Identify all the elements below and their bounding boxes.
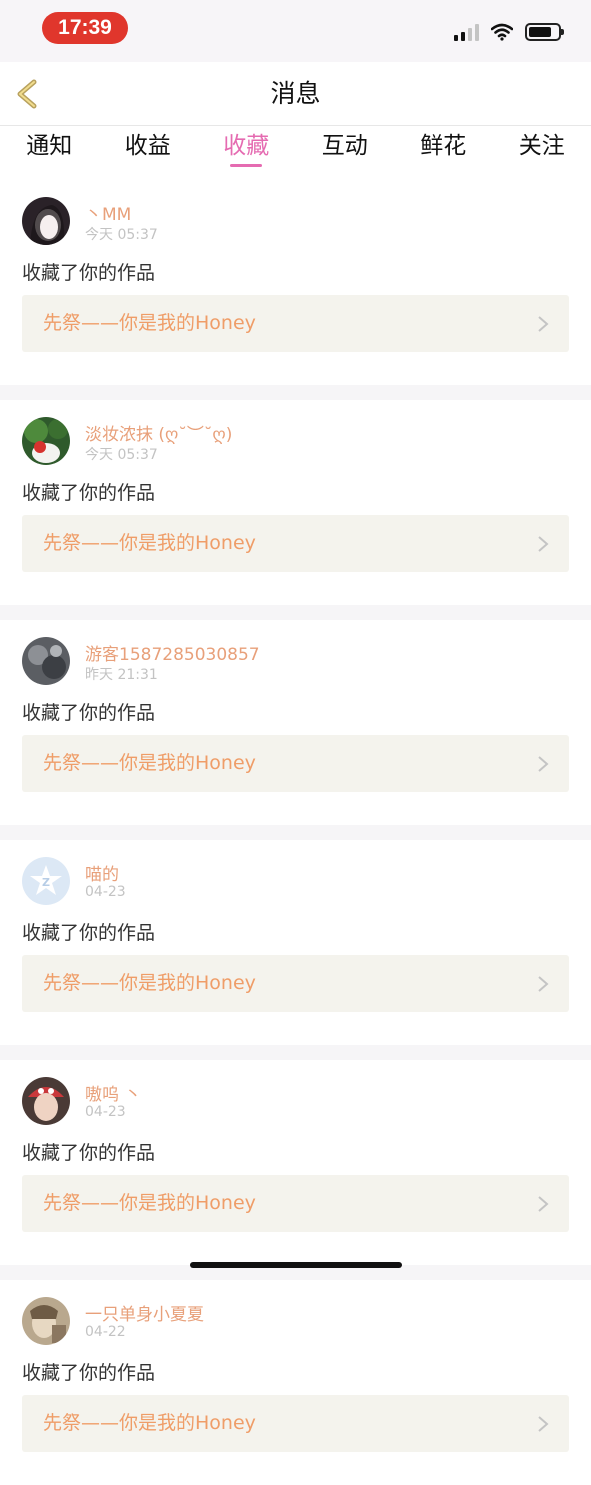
work-link[interactable]: 先祭——你是我的Honey bbox=[22, 955, 569, 1012]
status-bar: 17:39 bbox=[0, 0, 591, 62]
work-link[interactable]: 先祭——你是我的Honey bbox=[22, 515, 569, 572]
nav-bar: 消息 bbox=[0, 62, 591, 126]
action-text: 收藏了你的作品 bbox=[22, 698, 155, 725]
avatar[interactable] bbox=[22, 637, 70, 685]
action-text: 收藏了你的作品 bbox=[22, 1138, 155, 1165]
chevron-right-icon bbox=[537, 1195, 549, 1213]
work-title: 先祭——你是我的Honey bbox=[43, 515, 256, 572]
work-link[interactable]: 先祭——你是我的Honey bbox=[22, 295, 569, 352]
timestamp: 04-23 bbox=[85, 1104, 126, 1120]
work-title: 先祭——你是我的Honey bbox=[43, 955, 256, 1012]
tab-follow[interactable]: 关注 bbox=[493, 126, 591, 178]
page-title: 消息 bbox=[0, 62, 591, 126]
cellular-signal-icon bbox=[454, 23, 479, 41]
work-title: 先祭——你是我的Honey bbox=[43, 1175, 256, 1232]
battery-icon bbox=[525, 23, 561, 41]
svg-text:Z: Z bbox=[42, 876, 50, 889]
timestamp: 昨天 21:31 bbox=[85, 664, 158, 684]
chevron-right-icon bbox=[537, 315, 549, 333]
tab-bar: 通知 收益 收藏 互动 鲜花 关注 bbox=[0, 126, 591, 178]
tab-flowers[interactable]: 鲜花 bbox=[394, 126, 493, 178]
avatar[interactable] bbox=[22, 1297, 70, 1345]
action-text: 收藏了你的作品 bbox=[22, 1358, 155, 1385]
chevron-right-icon bbox=[537, 1415, 549, 1433]
work-link[interactable]: 先祭——你是我的Honey bbox=[22, 1175, 569, 1232]
avatar[interactable] bbox=[22, 1077, 70, 1125]
username[interactable]: 喵的 bbox=[85, 860, 119, 885]
divider bbox=[0, 825, 591, 840]
action-text: 收藏了你的作品 bbox=[22, 258, 155, 285]
divider bbox=[0, 385, 591, 400]
work-link[interactable]: 先祭——你是我的Honey bbox=[22, 1395, 569, 1452]
work-title: 先祭——你是我的Honey bbox=[43, 1395, 256, 1452]
action-text: 收藏了你的作品 bbox=[22, 478, 155, 505]
avatar[interactable] bbox=[22, 197, 70, 245]
tab-interaction[interactable]: 互动 bbox=[296, 126, 395, 178]
work-title: 先祭——你是我的Honey bbox=[43, 735, 256, 792]
username[interactable]: 嗷呜 丶 bbox=[85, 1080, 141, 1105]
tab-notice[interactable]: 通知 bbox=[0, 126, 99, 178]
home-indicator[interactable] bbox=[190, 1262, 402, 1268]
action-text: 收藏了你的作品 bbox=[22, 918, 155, 945]
wifi-icon bbox=[491, 23, 513, 41]
username[interactable]: 淡妆浓抹 (ღ˘︶˘ღ) bbox=[85, 420, 232, 445]
timestamp: 04-23 bbox=[85, 884, 126, 900]
list-item: 一只单身小夏夏 04-22 收藏了你的作品 先祭——你是我的Honey bbox=[0, 1280, 591, 1485]
chevron-right-icon bbox=[537, 535, 549, 553]
work-title: 先祭——你是我的Honey bbox=[43, 295, 256, 352]
tab-favorites[interactable]: 收藏 bbox=[197, 126, 296, 178]
list-item: 游客1587285030857 昨天 21:31 收藏了你的作品 先祭——你是我… bbox=[0, 620, 591, 825]
chevron-right-icon bbox=[537, 975, 549, 993]
list-item: 丶MM 今天 05:37 收藏了你的作品 先祭——你是我的Honey bbox=[0, 180, 591, 385]
list-item: 嗷呜 丶 04-23 收藏了你的作品 先祭——你是我的Honey bbox=[0, 1060, 591, 1265]
username[interactable]: 一只单身小夏夏 bbox=[85, 1300, 204, 1325]
timestamp: 今天 05:37 bbox=[85, 224, 158, 244]
chevron-right-icon bbox=[537, 755, 549, 773]
status-icons bbox=[454, 20, 561, 44]
work-link[interactable]: 先祭——你是我的Honey bbox=[22, 735, 569, 792]
username[interactable]: 游客1587285030857 bbox=[85, 640, 260, 665]
timestamp: 04-22 bbox=[85, 1324, 126, 1340]
username[interactable]: 丶MM bbox=[85, 200, 131, 225]
divider bbox=[0, 605, 591, 620]
notification-list: 丶MM 今天 05:37 收藏了你的作品 先祭——你是我的Honey 淡妆浓抹 … bbox=[0, 180, 591, 1485]
timestamp: 今天 05:37 bbox=[85, 444, 158, 464]
tab-earnings[interactable]: 收益 bbox=[99, 126, 198, 178]
list-item: 淡妆浓抹 (ღ˘︶˘ღ) 今天 05:37 收藏了你的作品 先祭——你是我的Ho… bbox=[0, 400, 591, 605]
divider bbox=[0, 1045, 591, 1060]
avatar[interactable] bbox=[22, 417, 70, 465]
avatar[interactable]: Z bbox=[22, 857, 70, 905]
status-time: 17:39 bbox=[42, 12, 128, 44]
list-item: Z 喵的 04-23 收藏了你的作品 先祭——你是我的Honey bbox=[0, 840, 591, 1045]
